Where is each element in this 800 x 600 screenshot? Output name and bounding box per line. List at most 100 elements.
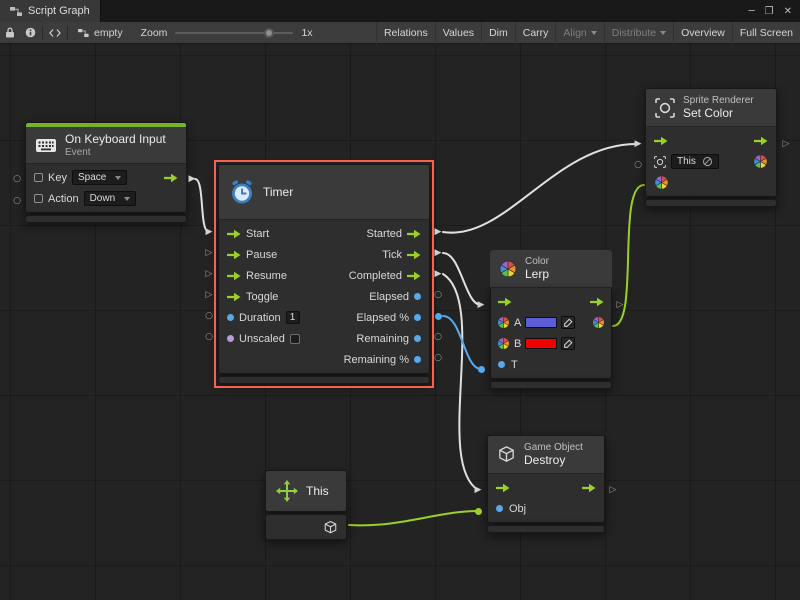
trigger-out-port[interactable] — [164, 173, 178, 183]
graph-toolbar: empty Zoom 1x Relations Values Dim Carry… — [0, 22, 800, 44]
zoom-slider[interactable] — [175, 32, 293, 34]
dim-button[interactable]: Dim — [481, 22, 515, 44]
unscaled-port[interactable] — [227, 335, 234, 342]
started-port[interactable] — [407, 229, 421, 239]
color-a-swatch[interactable] — [525, 317, 557, 328]
this-target-field[interactable]: This — [671, 154, 719, 169]
pause-port[interactable] — [227, 250, 241, 260]
setcolor-exit-outer-port[interactable]: ▷ — [781, 139, 791, 149]
elapsed-port[interactable] — [414, 293, 421, 300]
key-dropdown[interactable]: Space — [72, 170, 127, 185]
zoom-slider-thumb[interactable] — [264, 28, 274, 38]
remaining-pct-port[interactable] — [414, 356, 421, 363]
color-wheel-icon[interactable] — [753, 154, 768, 169]
tick-port[interactable] — [407, 250, 421, 260]
trigger-outer-port[interactable]: ▶ — [187, 174, 197, 184]
setcolor-this-outer-port[interactable]: ○ — [633, 160, 643, 170]
enter-port[interactable] — [496, 483, 510, 493]
exit-port[interactable] — [590, 297, 604, 307]
wire-completed-to-destroy[interactable] — [443, 274, 478, 490]
duration-port[interactable] — [227, 314, 234, 321]
timer-remaining-outer-port[interactable]: ○ — [433, 332, 443, 342]
toolbar-divider — [67, 26, 68, 40]
timer-toggle-outer-port[interactable]: ▷ — [204, 290, 214, 300]
t-port[interactable] — [498, 361, 505, 368]
node-timer[interactable]: Timer Start Started Pause Tick Resume Co… — [218, 164, 430, 384]
graph-canvas[interactable]: On Keyboard Input Event Key Space — [0, 44, 800, 600]
destroy-obj-outer-port[interactable] — [473, 506, 483, 516]
remaining-label: Remaining — [356, 333, 409, 345]
graph-asset-icon — [78, 28, 89, 38]
destroy-exit-outer-port[interactable]: ▷ — [608, 485, 618, 495]
minimize-button[interactable]: ─ — [749, 6, 755, 17]
wire-keyboard-to-timer-start[interactable] — [195, 179, 209, 232]
tab-script-graph[interactable]: Script Graph — [0, 0, 101, 22]
action-outer-port[interactable]: ○ — [12, 196, 22, 206]
lock-icon[interactable] — [0, 22, 20, 44]
color-b-swatch[interactable] — [525, 338, 557, 349]
carry-button[interactable]: Carry — [515, 22, 556, 44]
timer-resume-outer-port[interactable]: ▷ — [204, 269, 214, 279]
node-destroy[interactable]: Game Object Destroy Obj — [487, 435, 605, 533]
timer-elapsed-outer-port[interactable]: ○ — [433, 290, 443, 300]
exit-port[interactable] — [582, 483, 596, 493]
code-ports-icon[interactable] — [45, 22, 65, 44]
toggle-port[interactable] — [227, 292, 241, 302]
enter-port[interactable] — [654, 136, 668, 146]
start-label: Start — [246, 228, 269, 240]
maximize-button[interactable]: ❐ — [765, 6, 774, 17]
timer-tick-outer-port[interactable]: ▶ — [433, 248, 443, 258]
duration-input[interactable]: 1 — [286, 311, 300, 324]
lerp-enter-outer-port[interactable]: ▶ — [476, 300, 486, 310]
fullscreen-button[interactable]: Full Screen — [732, 22, 800, 44]
action-dropdown[interactable]: Down — [84, 191, 137, 206]
graph-asset-label: empty — [94, 27, 123, 39]
elapsed-pct-port[interactable] — [414, 314, 421, 321]
align-button[interactable]: Align — [555, 22, 603, 44]
timer-pause-outer-port[interactable]: ▷ — [204, 248, 214, 258]
resume-label: Resume — [246, 270, 287, 282]
distribute-button[interactable]: Distribute — [604, 22, 673, 44]
timer-started-outer-port[interactable]: ▶ — [433, 227, 443, 237]
overview-button[interactable]: Overview — [673, 22, 732, 44]
graph-asset-breadcrumb[interactable]: empty — [70, 27, 131, 39]
node-footer — [487, 525, 605, 533]
node-title: On Keyboard Input — [65, 132, 166, 146]
color-input-port[interactable] — [654, 175, 669, 190]
wire-started-to-setcolor[interactable] — [443, 144, 636, 233]
node-title: Set Color — [683, 106, 754, 120]
values-button[interactable]: Values — [435, 22, 481, 44]
node-this[interactable]: This — [265, 470, 347, 540]
timer-unscaled-outer-port[interactable]: ○ — [204, 332, 214, 342]
start-port[interactable] — [227, 229, 241, 239]
timer-remainingpct-outer-port[interactable]: ○ — [433, 353, 443, 363]
lerp-t-outer-port[interactable] — [476, 364, 486, 374]
resume-port[interactable] — [227, 271, 241, 281]
completed-port[interactable] — [407, 271, 421, 281]
timer-completed-outer-port[interactable]: ▶ — [433, 269, 443, 279]
enter-port[interactable] — [498, 297, 512, 307]
eyedropper-icon[interactable] — [561, 337, 575, 350]
node-color-lerp[interactable]: Color Lerp A — [490, 250, 612, 389]
remaining-port[interactable] — [414, 335, 421, 342]
info-icon[interactable] — [20, 22, 40, 44]
wire-this-to-obj[interactable] — [349, 511, 478, 525]
timer-duration-outer-port[interactable]: ○ — [204, 311, 214, 321]
key-outer-port[interactable]: ○ — [12, 174, 22, 184]
close-button[interactable]: ✕ — [784, 6, 792, 17]
pause-label: Pause — [246, 249, 277, 261]
relations-button[interactable]: Relations — [376, 22, 435, 44]
timer-elapsedpct-outer-port[interactable] — [433, 311, 443, 321]
exit-port[interactable] — [754, 136, 768, 146]
gameobject-output-port[interactable] — [323, 520, 338, 535]
result-color-port[interactable] — [592, 316, 605, 329]
destroy-enter-outer-port[interactable]: ▶ — [473, 485, 483, 495]
eyedropper-icon[interactable] — [561, 316, 575, 329]
lerp-exit-outer-port[interactable]: ▷ — [615, 300, 625, 310]
node-on-keyboard-input[interactable]: On Keyboard Input Event Key Space — [25, 122, 187, 223]
setcolor-enter-outer-port[interactable]: ▶ — [633, 139, 643, 149]
obj-port[interactable] — [496, 505, 503, 512]
node-set-color[interactable]: Sprite Renderer Set Color This — [645, 88, 777, 207]
timer-start-outer-port[interactable]: ▶ — [204, 227, 214, 237]
unscaled-checkbox[interactable] — [290, 334, 300, 344]
